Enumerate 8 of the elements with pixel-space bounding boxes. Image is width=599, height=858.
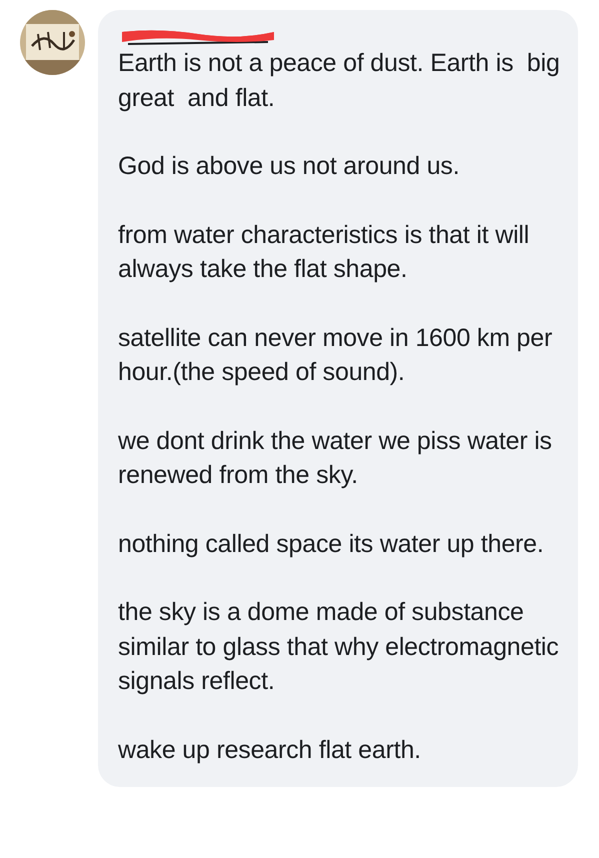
comment-paragraph: God is above us not around us. [118,151,460,182]
comment-paragraph: we dont drink the water we piss water is renewed from the sky. [118,426,553,491]
comment-paragraph: wake up research flat earth. [118,734,422,766]
comment-paragraph: nothing called space its water up there. [118,528,545,560]
comment-paragraph: satellite can never move in 1600 km per hour.(the speed of sound). [118,322,554,388]
comment-paragraph: the sky is a dome made of substance similar to glass that why electromagnetic signals reflect. [118,597,560,697]
comment-paragraph: from water characteristics is that it will always take the flat shape. [118,220,530,285]
comment-paragraph: Earth is not a peace of dust. Earth is big great and flat. [118,48,560,114]
